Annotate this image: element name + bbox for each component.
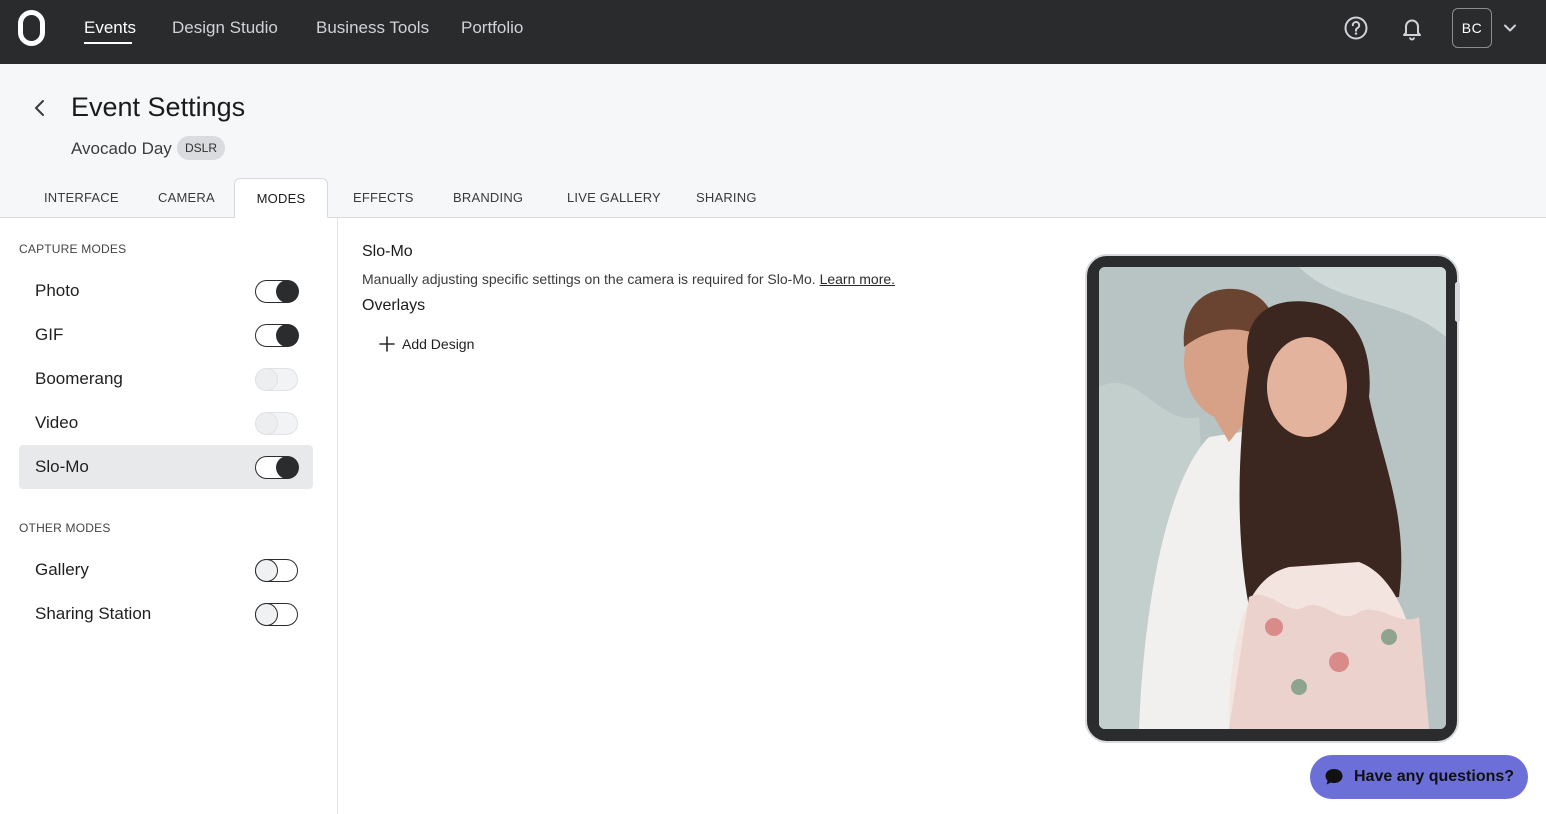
mode-row-sharing-station[interactable]: Sharing Station xyxy=(19,592,313,636)
chat-bubble-icon xyxy=(1325,769,1343,785)
mode-label: Boomerang xyxy=(35,369,123,388)
couple-photo-illustration xyxy=(1099,267,1446,729)
tab-modes[interactable]: MODES xyxy=(234,178,328,218)
tab-sharing[interactable]: SHARING xyxy=(696,178,757,218)
chat-label: Have any questions? xyxy=(1354,768,1515,785)
mode-row-photo[interactable]: Photo xyxy=(19,269,313,313)
back-arrow-icon[interactable] xyxy=(30,98,50,118)
nav-design-studio[interactable]: Design Studio xyxy=(172,18,278,38)
slo-mo-toggle[interactable] xyxy=(255,455,299,479)
mode-label: Video xyxy=(35,413,79,432)
mode-label: Gallery xyxy=(35,560,89,579)
tab-effects[interactable]: EFFECTS xyxy=(353,178,414,218)
section-title: Slo-Mo xyxy=(362,243,413,260)
nav-events[interactable]: Events xyxy=(84,18,136,38)
nav-business-tools[interactable]: Business Tools xyxy=(316,18,429,38)
add-design-label: Add Design xyxy=(402,336,475,352)
tablet-side-button xyxy=(1455,282,1460,322)
chat-help-button[interactable]: Have any questions? xyxy=(1310,755,1528,799)
tab-branding[interactable]: BRANDING xyxy=(453,178,523,218)
user-avatar[interactable]: BC xyxy=(1452,8,1492,48)
bell-icon[interactable] xyxy=(1399,14,1425,42)
page-title: Event Settings xyxy=(71,92,246,122)
toggle-knob xyxy=(275,279,299,303)
sharing-station-toggle[interactable] xyxy=(254,602,298,626)
tab-interface[interactable]: INTERFACE xyxy=(44,178,119,218)
toggle-knob xyxy=(254,602,278,626)
tabs-divider xyxy=(0,217,1546,218)
help-circle-icon[interactable] xyxy=(1343,14,1369,42)
tab-live-gallery[interactable]: LIVE GALLERY xyxy=(567,178,661,218)
plus-icon xyxy=(379,336,395,352)
toggle-knob xyxy=(254,558,278,582)
brand-logo[interactable] xyxy=(18,10,45,46)
mode-label: Sharing Station xyxy=(35,604,152,623)
toggle-knob xyxy=(275,455,299,479)
description-text: Manually adjusting specific settings on … xyxy=(362,271,816,287)
mode-row-boomerang[interactable]: Boomerang xyxy=(19,357,313,401)
learn-more-link[interactable]: Learn more. xyxy=(820,271,895,287)
boomerang-toggle xyxy=(254,367,298,391)
video-toggle xyxy=(254,411,298,435)
mode-row-gallery[interactable]: Gallery xyxy=(19,548,313,592)
nav-portfolio[interactable]: Portfolio xyxy=(461,18,523,38)
mode-row-video[interactable]: Video xyxy=(19,401,313,445)
event-name: Avocado Day xyxy=(71,139,172,158)
toggle-knob xyxy=(254,411,278,435)
overlays-title: Overlays xyxy=(362,297,426,314)
mode-row-slo-mo[interactable]: Slo-Mo xyxy=(19,445,313,489)
section-description: Manually adjusting specific settings on … xyxy=(362,271,895,287)
nav-active-underline xyxy=(84,42,132,44)
add-design-button[interactable]: Add Design xyxy=(378,332,474,356)
mode-label: GIF xyxy=(35,325,64,344)
top-nav: Events Design Studio Business Tools Port… xyxy=(0,0,1546,64)
mode-row-gif[interactable]: GIF xyxy=(19,313,313,357)
sidebar-divider xyxy=(337,218,338,814)
gif-toggle[interactable] xyxy=(255,323,299,347)
camera-type-badge: DSLR xyxy=(177,136,226,160)
gallery-toggle[interactable] xyxy=(254,558,298,582)
page-header xyxy=(0,64,1546,218)
photo-toggle[interactable] xyxy=(255,279,299,303)
chevron-down-icon[interactable] xyxy=(1502,20,1518,36)
capture-modes-heading: CAPTURE MODES xyxy=(19,242,127,256)
preview-photo xyxy=(1099,267,1446,729)
mode-label: Photo xyxy=(35,281,80,300)
other-modes-heading: OTHER MODES xyxy=(19,521,111,535)
toggle-knob xyxy=(275,323,299,347)
tab-camera[interactable]: CAMERA xyxy=(158,178,215,218)
mode-label: Slo-Mo xyxy=(35,457,89,476)
toggle-knob xyxy=(254,367,278,391)
